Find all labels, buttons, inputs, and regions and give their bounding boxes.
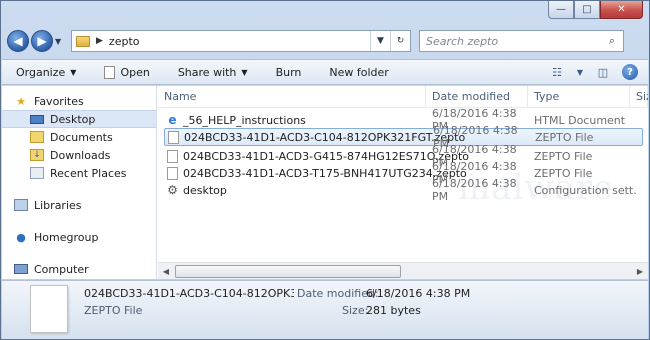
address-row: ◀ ▶ ▼ ▶ zepto ▼ ↻ Search zepto ⌕ [7, 28, 645, 54]
organize-button[interactable]: Organize ▼ [16, 66, 76, 79]
search-input[interactable]: Search zepto ⌕ [419, 30, 624, 52]
sidebar-item-desktop[interactable]: Desktop [2, 110, 156, 128]
recent-pages-dropdown[interactable]: ▼ [55, 37, 65, 46]
scroll-left-icon[interactable]: ◀ [158, 267, 174, 276]
help-icon[interactable]: ? [622, 64, 638, 80]
horizontal-scrollbar[interactable]: ◀ ▶ [158, 262, 648, 279]
homegroup-icon: ● [16, 230, 26, 244]
burn-button[interactable]: Burn [276, 66, 302, 79]
organize-label: Organize [16, 65, 66, 79]
column-header-row: Name Date modified Type Siz [158, 86, 648, 108]
desktop-icon [30, 114, 44, 124]
config-file-icon: ⚙ [167, 182, 178, 197]
preview-pane-icon[interactable]: ◫ [594, 63, 612, 81]
column-header-name[interactable]: Name [158, 86, 426, 107]
zepto-file-icon [167, 166, 178, 180]
downloads-icon: ↓ [30, 149, 44, 161]
close-button[interactable]: ✕ [600, 1, 643, 19]
open-label: Open [120, 65, 150, 79]
open-button[interactable]: Open [104, 65, 150, 79]
sidebar-computer[interactable]: Computer [2, 260, 156, 278]
file-row[interactable]: ⚙ desktop 6/18/2016 4:38 PM Configuration… [164, 177, 643, 203]
file-name: 024BCD33-41D1-ACD3-C104-812OPK321FGT.zep… [184, 130, 466, 144]
document-icon [104, 65, 116, 79]
back-button[interactable]: ◀ [7, 30, 29, 52]
file-row[interactable]: 024BCD33-41D1-ACD3-T175-BNH417UTG234.zep… [164, 160, 643, 186]
chevron-down-icon: ▼ [241, 67, 248, 77]
sidebar-libraries-label: Libraries [34, 198, 82, 212]
star-icon: ★ [16, 94, 26, 108]
maximize-button[interactable]: □ [574, 1, 600, 19]
sidebar-homegroup[interactable]: ● Homegroup [2, 228, 156, 246]
file-type: ZEPTO File [534, 166, 593, 180]
details-pane: 024BCD33-41D1-ACD3-C104-812OPK321... ZEP… [2, 280, 648, 339]
file-name: 024BCD33-41D1-ACD3-T175-BNH417UTG234.zep… [183, 166, 467, 180]
folder-icon [76, 35, 90, 47]
scrollbar-thumb[interactable] [175, 264, 401, 278]
sidebar-favorites-label: Favorites [34, 94, 84, 108]
scroll-right-icon[interactable]: ▶ [632, 267, 648, 276]
details-date-value: 6/18/2016 4:38 PM [366, 287, 471, 300]
file-type: Configuration sett... [534, 183, 636, 197]
sidebar-item-recent-places[interactable]: Recent Places [2, 164, 156, 182]
content-area: ★ Favorites Desktop Documents ↓ Download… [2, 86, 648, 279]
file-row[interactable]: e _56_HELP_instructions 6/18/2016 4:38 PM… [164, 107, 643, 133]
sidebar-computer-label: Computer [34, 262, 89, 276]
burn-label: Burn [275, 65, 302, 79]
details-file-type: ZEPTO File [84, 304, 143, 317]
sidebar-libraries[interactable]: Libraries [2, 196, 156, 214]
file-row-selected[interactable]: 024BCD33-41D1-ACD3-C104-812OPK321FGT.zep… [164, 124, 643, 150]
share-with-button[interactable]: Share with ▼ [178, 66, 248, 79]
sidebar-item-label: Recent Places [50, 166, 127, 180]
file-list: malware Name Date modified Type Siz e_56… [158, 86, 648, 279]
sidebar-homegroup-label: Homegroup [34, 230, 99, 244]
search-placeholder: Search zepto [426, 34, 499, 48]
refresh-icon[interactable]: ↻ [390, 31, 410, 51]
zepto-file-icon [168, 130, 179, 144]
explorer-window: — □ ✕ ◀ ▶ ▼ ▶ zepto ▼ ↻ Search zepto ⌕ O… [0, 0, 650, 340]
chevron-down-icon: ▼ [70, 67, 77, 77]
forward-button[interactable]: ▶ [31, 30, 53, 52]
breadcrumb-separator-icon[interactable]: ▶ [96, 36, 103, 46]
sidebar-item-downloads[interactable]: ↓ Downloads [2, 146, 156, 164]
caption-buttons: — □ ✕ [548, 1, 643, 19]
sidebar-item-label: Documents [50, 130, 113, 144]
command-bar: Organize ▼ Open Share with ▼ Burn New fo… [2, 59, 648, 85]
file-large-icon [30, 285, 68, 333]
view-options-dropdown-icon[interactable]: ▼ [576, 63, 584, 81]
file-name: desktop [183, 183, 227, 197]
address-history-dropdown-icon[interactable]: ▼ [370, 31, 390, 51]
column-header-size[interactable]: Siz [630, 86, 648, 107]
new-folder-button[interactable]: New folder [329, 66, 388, 79]
file-row[interactable]: 024BCD33-41D1-ACD3-G415-874HG12ES71O.zep… [164, 143, 643, 169]
address-bar[interactable]: ▶ zepto ▼ ↻ [71, 30, 411, 52]
file-name: _56_HELP_instructions [183, 113, 306, 127]
sidebar-favorites[interactable]: ★ Favorites [2, 92, 156, 110]
file-date: 6/18/2016 4:38 PM [432, 177, 517, 203]
details-size-label: Size: [342, 304, 369, 317]
sidebar-item-documents[interactable]: Documents [2, 128, 156, 146]
details-file-name: 024BCD33-41D1-ACD3-C104-812OPK321... [84, 287, 294, 300]
sidebar-item-label: Downloads [50, 148, 111, 162]
breadcrumb-zepto[interactable]: zepto [109, 35, 140, 48]
share-with-label: Share with [177, 65, 237, 79]
sidebar-item-label: Desktop [50, 112, 96, 126]
minimize-button[interactable]: — [548, 1, 574, 19]
column-header-type[interactable]: Type [528, 86, 630, 107]
change-view-icon[interactable]: ☷ [548, 63, 566, 81]
search-icon[interactable]: ⌕ [601, 34, 623, 48]
zepto-file-icon [167, 149, 178, 163]
file-type: HTML Document [534, 113, 626, 127]
file-type: ZEPTO File [534, 149, 593, 163]
libraries-icon [14, 199, 28, 211]
column-header-date[interactable]: Date modified [426, 86, 528, 107]
navigation-pane: ★ Favorites Desktop Documents ↓ Download… [2, 86, 157, 279]
html-file-icon: e [167, 112, 178, 127]
details-size-value: 281 bytes [366, 304, 421, 317]
recent-places-icon [30, 167, 44, 179]
computer-icon [14, 264, 28, 274]
documents-icon [30, 131, 44, 143]
file-type: ZEPTO File [535, 130, 594, 144]
new-folder-label: New folder [329, 65, 389, 79]
